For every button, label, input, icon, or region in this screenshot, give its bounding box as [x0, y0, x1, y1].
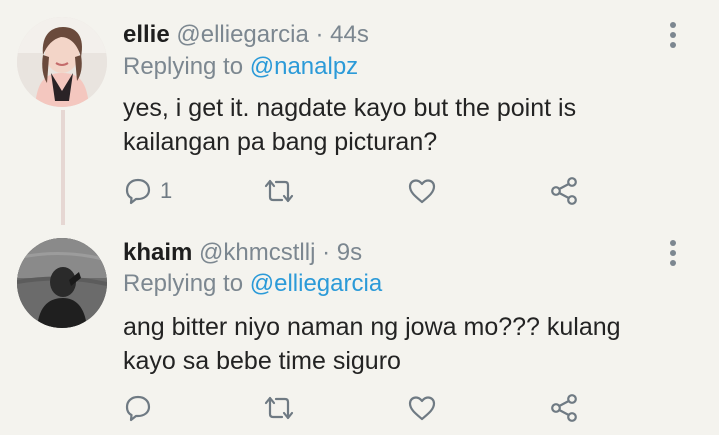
- reply-button[interactable]: [124, 393, 160, 423]
- tweet-actions: [0, 389, 719, 429]
- replying-to-line: Replying to @nanalpz: [123, 52, 358, 82]
- retweet-icon: [264, 179, 294, 203]
- like-button[interactable]: [407, 176, 437, 206]
- replying-to-label: Replying to: [123, 53, 244, 80]
- retweet-button[interactable]: [262, 176, 296, 206]
- tweet-actions: 1: [0, 172, 719, 212]
- share-icon: [551, 177, 577, 205]
- more-icon: [670, 22, 676, 28]
- replying-to-line: Replying to @elliegarcia: [123, 269, 382, 299]
- replying-to-mention[interactable]: @elliegarcia: [250, 270, 382, 297]
- reply-icon: [125, 395, 151, 422]
- avatar[interactable]: [17, 238, 107, 328]
- more-icon: [670, 240, 676, 246]
- share-button[interactable]: [549, 393, 579, 423]
- timestamp[interactable]: 9s: [337, 239, 362, 266]
- tweet-text: yes, i get it. nagdate kayo but the poin…: [123, 94, 577, 156]
- share-icon: [551, 394, 577, 422]
- user-handle[interactable]: @elliegarcia: [176, 21, 308, 48]
- tweet-khaim[interactable]: khaim @khmcstllj · 9s Replying to @ellie…: [0, 218, 719, 435]
- more-options-button[interactable]: [661, 22, 685, 50]
- share-button[interactable]: [549, 176, 579, 206]
- separator: ·: [322, 239, 331, 266]
- tweet-ellie[interactable]: ellie @elliegarcia · 44s Replying to @na…: [0, 0, 719, 225]
- user-handle[interactable]: @khmcstllj: [199, 239, 315, 266]
- like-icon: [408, 396, 436, 421]
- reply-button[interactable]: 1: [124, 176, 172, 206]
- separator: ·: [315, 21, 324, 48]
- tweet-text: ang bitter niyo naman ng jowa mo??? kula…: [123, 313, 621, 375]
- retweet-button[interactable]: [262, 393, 296, 423]
- reply-icon: [125, 178, 151, 205]
- tweet-header: ellie @elliegarcia · 44s: [123, 20, 369, 50]
- display-name[interactable]: ellie: [123, 21, 170, 48]
- retweet-icon: [264, 396, 294, 420]
- like-button[interactable]: [407, 393, 437, 423]
- replying-to-label: Replying to: [123, 270, 244, 297]
- like-icon: [408, 179, 436, 204]
- replying-to-mention[interactable]: @nanalpz: [250, 53, 358, 80]
- reply-count: 1: [160, 178, 173, 203]
- display-name[interactable]: khaim: [123, 239, 192, 266]
- more-options-button[interactable]: [661, 240, 685, 268]
- avatar[interactable]: [17, 17, 107, 107]
- tweet-header: khaim @khmcstllj · 9s: [123, 238, 362, 268]
- timestamp[interactable]: 44s: [330, 21, 369, 48]
